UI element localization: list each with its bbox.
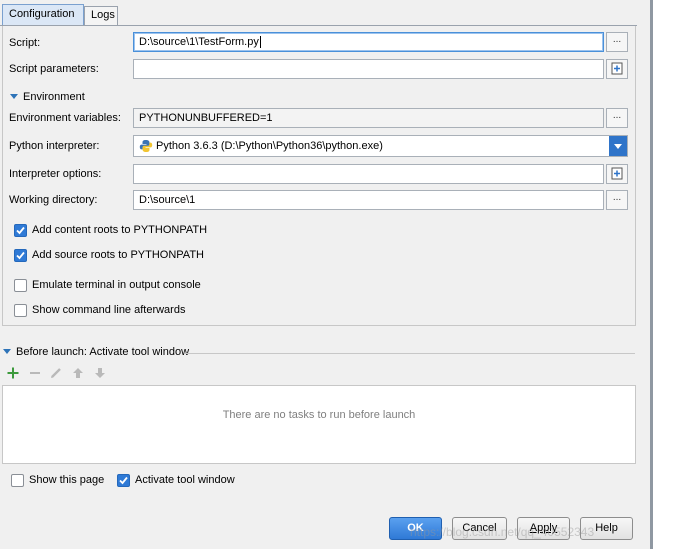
chevron-down-icon[interactable] [609, 136, 627, 156]
edit-task-button[interactable] [49, 366, 63, 383]
checkbox-checked-icon[interactable] [117, 474, 130, 487]
expand-icon [611, 62, 623, 75]
vertical-scrollbar[interactable] [650, 0, 653, 549]
show-command-line-label: Show command line afterwards [32, 304, 186, 316]
script-browse-button[interactable]: ... [606, 32, 628, 52]
tab-configuration-label: Configuration [9, 8, 75, 20]
remove-icon [30, 372, 40, 374]
move-up-icon [73, 368, 83, 378]
checkbox-unchecked-icon[interactable] [14, 304, 27, 317]
empty-task-list-message: There are no tasks to run before launch [222, 409, 416, 421]
remove-task-button[interactable] [28, 366, 42, 383]
python-interpreter-value: Python 3.6.3 (D:\Python\Python36\python.… [156, 140, 383, 152]
environment-variables-label: Environment variables: [9, 112, 121, 124]
move-up-button[interactable] [71, 366, 85, 383]
checkbox-checked-icon[interactable] [14, 224, 27, 237]
interpreter-options-expand-button[interactable] [606, 164, 628, 184]
before-launch-separator [185, 353, 635, 354]
script-input[interactable]: D:\source\1\TestForm.py [133, 32, 604, 52]
environment-section-header[interactable]: Environment [10, 91, 85, 103]
environment-variables-input[interactable]: PYTHONUNBUFFERED=1 [133, 108, 604, 128]
environment-variables-browse-button[interactable]: ... [606, 108, 628, 128]
python-interpreter-label: Python interpreter: [9, 140, 100, 152]
tab-configuration[interactable]: Configuration [2, 4, 84, 25]
add-source-roots-label: Add source roots to PYTHONPATH [32, 249, 204, 261]
right-background [652, 0, 685, 549]
edit-icon [51, 368, 61, 378]
tab-logs[interactable]: Logs [84, 6, 118, 25]
working-directory-browse-button[interactable]: ... [606, 190, 628, 210]
checkbox-checked-icon[interactable] [14, 249, 27, 262]
script-label: Script: [9, 37, 41, 49]
script-parameters-label: Script parameters: [9, 63, 99, 75]
interpreter-options-label: Interpreter options: [9, 168, 102, 180]
script-parameters-expand-button[interactable] [606, 59, 628, 79]
collapse-triangle-icon [3, 349, 11, 354]
checkbox-unchecked-icon[interactable] [14, 279, 27, 292]
working-directory-input[interactable]: D:\source\1 [133, 190, 604, 210]
move-down-icon [95, 368, 105, 378]
activate-tool-window-label: Activate tool window [135, 474, 235, 486]
expand-icon [611, 167, 623, 180]
add-icon [7, 367, 19, 379]
tab-logs-label: Logs [91, 9, 115, 21]
add-content-roots-label: Add content roots to PYTHONPATH [32, 224, 208, 236]
before-launch-task-list[interactable]: There are no tasks to run before launch [2, 385, 636, 464]
python-interpreter-select[interactable]: Python 3.6.3 (D:\Python\Python36\python.… [133, 135, 628, 157]
checkbox-unchecked-icon[interactable] [11, 474, 24, 487]
watermark: https://blog.csdn.net/qq_40552343 [410, 525, 595, 539]
script-parameters-input[interactable] [133, 59, 604, 79]
show-this-page-label: Show this page [29, 474, 105, 486]
interpreter-options-input[interactable] [133, 164, 604, 184]
collapse-triangle-icon [10, 94, 18, 99]
emulate-terminal-label: Emulate terminal in output console [32, 279, 201, 291]
add-task-button[interactable] [6, 366, 20, 383]
move-down-button[interactable] [93, 366, 107, 383]
working-directory-label: Working directory: [9, 194, 98, 206]
before-launch-section-header[interactable]: Before launch: Activate tool window [3, 346, 189, 358]
python-icon [139, 140, 153, 152]
